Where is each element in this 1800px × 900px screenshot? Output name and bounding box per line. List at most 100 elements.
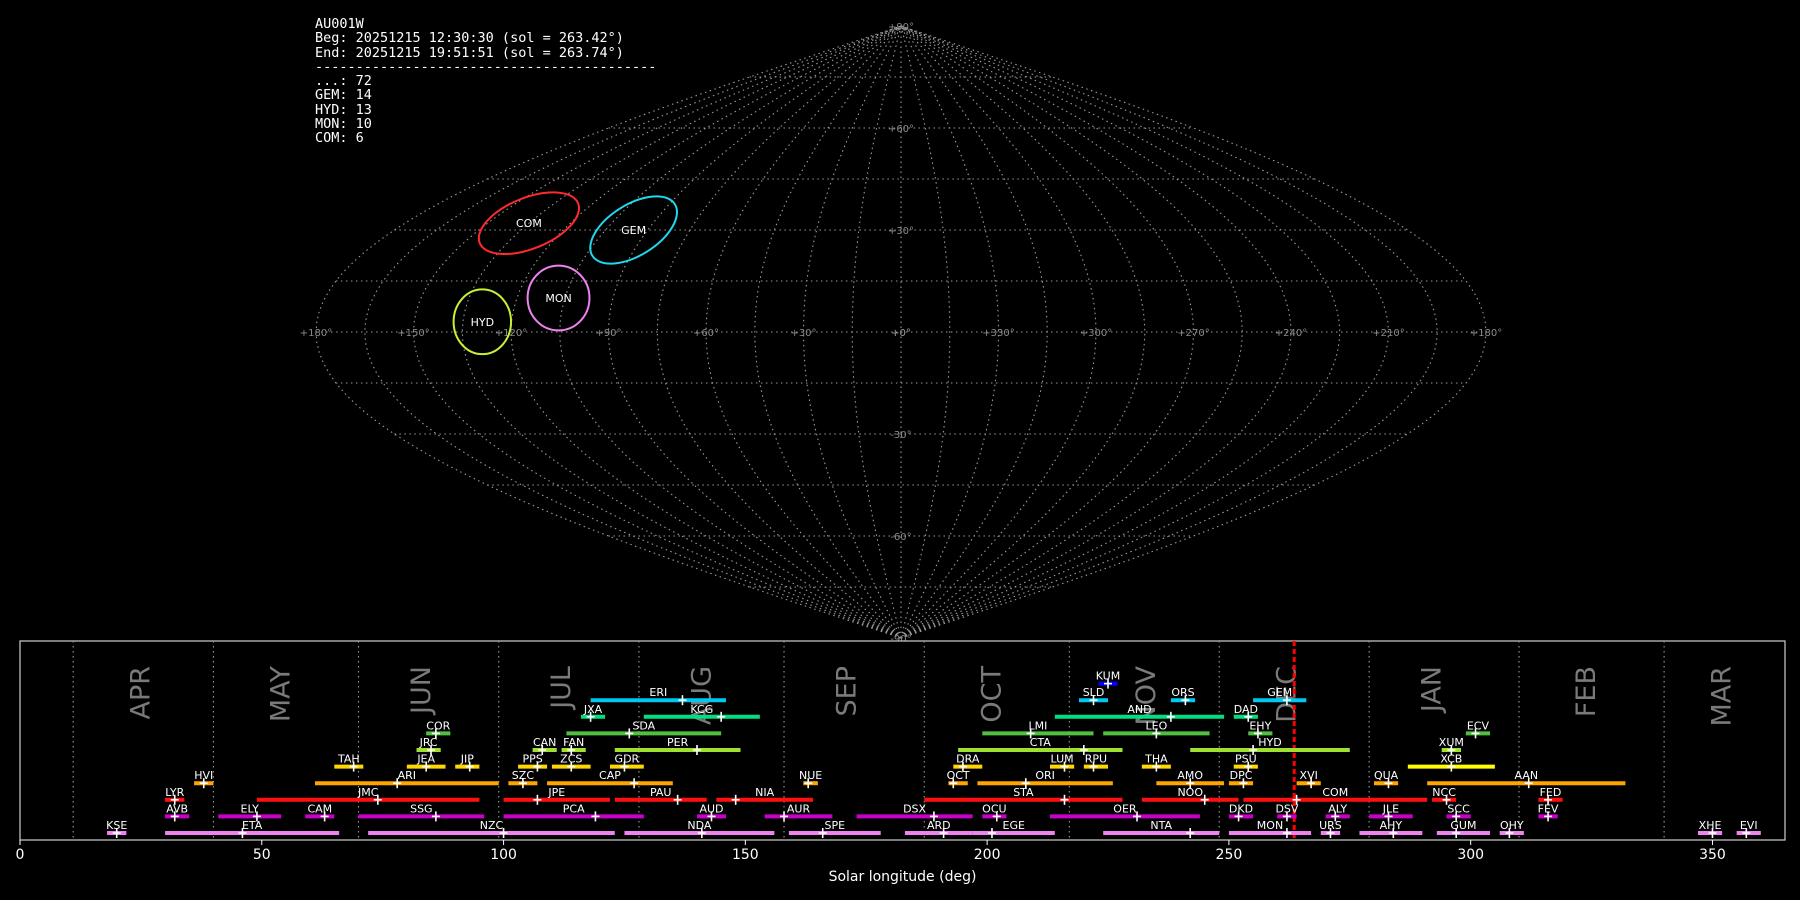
- shower-label: XVI: [1300, 769, 1318, 782]
- shower-label: GEM: [1267, 686, 1292, 699]
- lon-tick-label: +90°: [595, 328, 621, 339]
- station-info: AU001W Beg: 20251215 12:30:30 (sol = 263…: [315, 17, 656, 146]
- x-tick-label: 0: [16, 847, 25, 863]
- lat-tick-label: +90°: [888, 22, 914, 33]
- shower-label: KUM: [1096, 670, 1120, 683]
- radiant-label: MON: [545, 292, 571, 305]
- shower-label: NCC: [1432, 786, 1456, 799]
- month-label: OCT: [976, 666, 1007, 723]
- shower-label: ELY: [241, 802, 260, 815]
- lon-tick-label: +270°: [1177, 328, 1209, 339]
- shower-label: PCA: [563, 802, 585, 815]
- x-tick-label: 350: [1699, 847, 1726, 863]
- shower-label: OHY: [1500, 819, 1524, 832]
- x-tick-label: 200: [974, 847, 1001, 863]
- shower-label: AND: [1127, 703, 1151, 716]
- lon-tick-label: +300°: [1080, 328, 1112, 339]
- shower-label: SPE: [825, 819, 846, 832]
- shower-label: AMO: [1177, 769, 1203, 782]
- lat-tick-label: -30°: [890, 430, 911, 441]
- shower-label: QUA: [1374, 769, 1399, 782]
- month-label: MAY: [266, 666, 297, 723]
- month-label: JUL: [546, 666, 577, 711]
- shower-label: DPC: [1230, 769, 1253, 782]
- x-tick-label: 300: [1457, 847, 1484, 863]
- lon-tick-label: +180°: [1470, 328, 1502, 339]
- shower-label: PAU: [650, 786, 672, 799]
- shower-label: EGE: [1003, 819, 1025, 832]
- shower-label: MON: [1257, 819, 1283, 832]
- shower-label: HYD: [1258, 736, 1281, 749]
- shower-label: JRC: [419, 736, 438, 749]
- x-tick-label: 150: [732, 847, 759, 863]
- shower-label: AUD: [699, 802, 723, 815]
- lat-tick-label: +0°: [891, 328, 911, 339]
- radiant-label: COM: [516, 217, 542, 230]
- shower-label: CAP: [599, 769, 621, 782]
- shower-label: SCC: [1447, 802, 1470, 815]
- shower-label: OCT: [947, 769, 970, 782]
- month-label: JAN: [1417, 666, 1448, 714]
- shower-label: SSG: [410, 802, 433, 815]
- shower-label: EVI: [1740, 819, 1758, 832]
- shower-label: JEA: [416, 753, 435, 766]
- shower-label: AHY: [1380, 819, 1403, 832]
- month-label: APR: [125, 666, 156, 720]
- shower-label: CAN: [533, 736, 556, 749]
- lon-tick-label: +210°: [1372, 328, 1404, 339]
- shower-label: FED: [1540, 786, 1562, 799]
- x-tick-label: 50: [253, 847, 271, 863]
- shower-label: XUM: [1439, 736, 1464, 749]
- lon-tick-label: +330°: [982, 328, 1014, 339]
- x-axis-label: Solar longitude (deg): [829, 869, 977, 885]
- shower-label: JPE: [547, 786, 565, 799]
- shower-label: LYR: [165, 786, 184, 799]
- lon-tick-label: +60°: [693, 328, 719, 339]
- shower-label: ALY: [1328, 802, 1347, 815]
- shower-label: DRA: [956, 753, 980, 766]
- shower-label: OCU: [982, 802, 1006, 815]
- shower-label: JLE: [1382, 802, 1399, 815]
- lon-tick-label: +30°: [790, 328, 816, 339]
- x-tick-label: 250: [1216, 847, 1243, 863]
- lon-tick-label: +150°: [397, 328, 429, 339]
- lon-tick-label: +240°: [1275, 328, 1307, 339]
- x-tick-label: 100: [490, 847, 517, 863]
- shower-label: URS: [1319, 819, 1342, 832]
- lat-tick-label: +30°: [888, 226, 914, 237]
- shower-label: NZC: [480, 819, 504, 832]
- shower-label: CTA: [1030, 736, 1052, 749]
- shower-label: DSX: [903, 802, 926, 815]
- shower-label: ARI: [398, 769, 416, 782]
- shower-label: AVB: [166, 802, 188, 815]
- lat-tick-label: +60°: [888, 124, 914, 135]
- shower-label: TAH: [337, 753, 360, 766]
- shower-label: JIP: [460, 753, 474, 766]
- lon-tick-label: +180°: [300, 328, 332, 339]
- shower-label: KCG: [690, 703, 713, 716]
- shower-label: EHY: [1249, 719, 1271, 732]
- shower-label: SZC: [512, 769, 535, 782]
- month-label: MAR: [1707, 666, 1738, 727]
- shower-label: STA: [1013, 786, 1034, 799]
- month-label: FEB: [1571, 666, 1602, 717]
- shower-label: ARD: [927, 819, 951, 832]
- shower-label: DAD: [1234, 703, 1258, 716]
- meteor-radiant-figure: +180° +150° +120° +90° +60° +30° +0° +330° +300°…: [0, 0, 1800, 900]
- shower-label: HVI: [194, 769, 213, 782]
- shower-label: ORI: [1035, 769, 1055, 782]
- shower-label: PER: [667, 736, 689, 749]
- shower-label: GUM: [1450, 819, 1476, 832]
- shower-label: JMC: [357, 786, 379, 799]
- radiant-label: GEM: [621, 224, 646, 237]
- shower-label: LEO: [1145, 719, 1167, 732]
- shower-label: RPU: [1085, 753, 1107, 766]
- shower-label: AUR: [787, 802, 811, 815]
- month-label: SEP: [831, 666, 862, 716]
- shower-label: COR: [426, 719, 450, 732]
- shower-label: KSE: [106, 819, 127, 832]
- shower-label: NUE: [799, 769, 822, 782]
- shower-label: DSV: [1275, 802, 1298, 815]
- shower-label: PPS: [522, 753, 542, 766]
- radiant-label: HYD: [471, 316, 494, 329]
